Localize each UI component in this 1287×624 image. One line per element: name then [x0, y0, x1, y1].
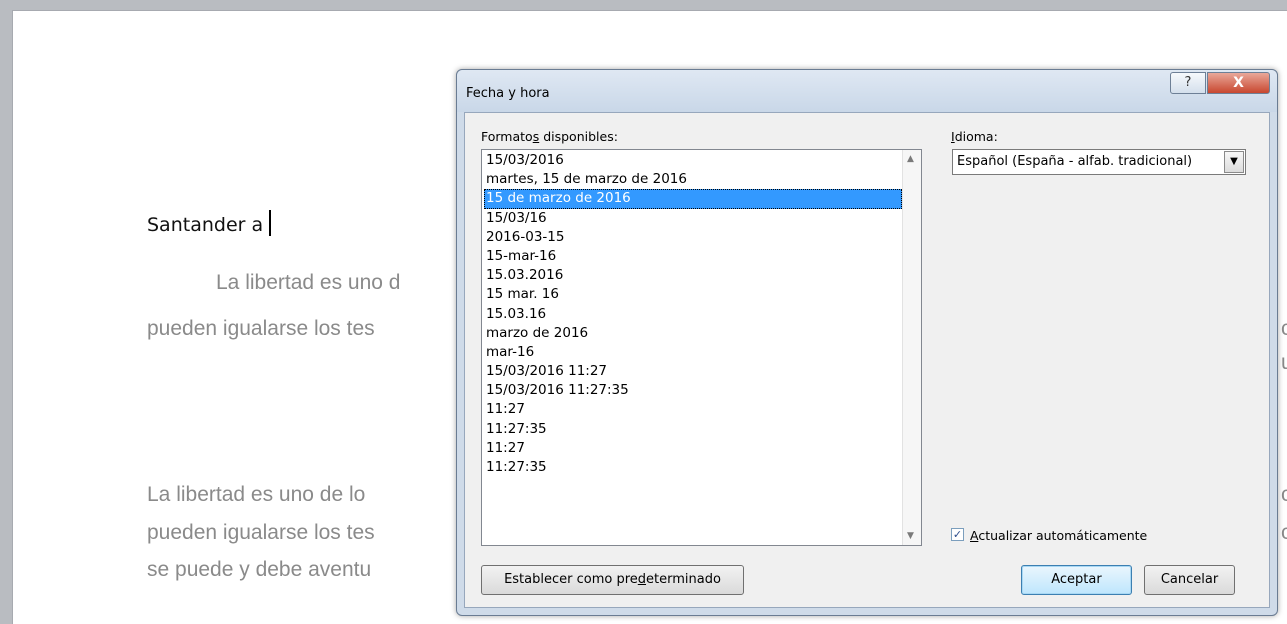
formats-label: Formatos disponibles: — [481, 129, 618, 144]
paragraph1-line1: La libertad es uno d — [216, 271, 401, 294]
paragraph2-line3: se puede y debe aventu — [147, 558, 372, 581]
format-list-item[interactable]: mar-16 — [484, 343, 902, 362]
text-cursor — [269, 210, 272, 236]
format-list-item[interactable]: marzo de 2016 — [484, 324, 902, 343]
document-heading[interactable]: Santander a — [147, 210, 272, 236]
help-button[interactable]: ? — [1170, 72, 1206, 94]
heading-text: Santander a — [147, 214, 264, 236]
format-list-item[interactable]: 15/03/2016 — [484, 151, 902, 170]
dialog-titlebar[interactable]: Fecha y hora ? X — [457, 70, 1277, 112]
format-list-item[interactable]: 11:27 — [484, 439, 902, 458]
language-combobox[interactable]: Español (España - alfab. tradicional) ▼ — [952, 149, 1246, 175]
format-list-item[interactable]: 15/03/2016 11:27 — [484, 362, 902, 381]
paragraph2-line2: pueden igualarse los tes — [147, 521, 375, 544]
format-list-item[interactable]: 15-mar-16 — [484, 247, 902, 266]
dropdown-arrow-icon[interactable]: ▼ — [1224, 151, 1244, 173]
scroll-up-icon[interactable]: ▲ — [907, 154, 914, 164]
close-button[interactable]: X — [1207, 72, 1270, 94]
scroll-down-icon[interactable]: ▼ — [907, 531, 914, 541]
format-list-item[interactable]: martes, 15 de marzo de 2016 — [484, 170, 902, 189]
dialog-client-area: Formatos disponibles: 15/03/2016 martes, … — [464, 112, 1270, 608]
format-list-item[interactable]: 15.03.16 — [484, 305, 902, 324]
cancel-button[interactable]: Cancelar — [1144, 565, 1235, 595]
formats-scrollbar[interactable]: ▲ ▼ — [902, 150, 921, 545]
format-list-item[interactable]: 15 de marzo de 2016 — [484, 189, 902, 209]
auto-update-label[interactable]: Actualizar automáticamente — [970, 528, 1147, 543]
format-list-item[interactable]: 15.03.2016 — [484, 266, 902, 285]
format-list-item[interactable]: 15 mar. 16 — [484, 285, 902, 304]
format-list-item[interactable]: 15/03/16 — [484, 209, 902, 228]
help-icon: ? — [1184, 75, 1192, 90]
format-list-item[interactable]: 2016-03-15 — [484, 228, 902, 247]
format-list-item[interactable]: 11:27:35 — [484, 458, 902, 477]
formats-list-items: 15/03/2016 martes, 15 de marzo de 2016 15 … — [484, 151, 902, 545]
right-fragment-3: c — [1281, 483, 1287, 506]
right-fragment-2: u — [1281, 351, 1287, 374]
date-time-dialog: Fecha y hora ? X Formatos disponibles: 1… — [456, 69, 1278, 616]
right-fragment-4: c — [1281, 521, 1287, 544]
language-value: Español (España - alfab. tradicional) — [957, 154, 1193, 169]
language-label: Idioma: — [951, 129, 998, 144]
ok-button[interactable]: Aceptar — [1021, 565, 1132, 595]
close-icon: X — [1233, 75, 1244, 91]
right-fragment-1: c — [1281, 317, 1287, 340]
auto-update-checkbox[interactable]: ✓ — [951, 528, 964, 541]
paragraph2-line1: La libertad es uno de lo — [147, 483, 366, 506]
format-list-item[interactable]: 11:27 — [484, 400, 902, 419]
paragraph1-line2: pueden igualarse los tes — [147, 317, 375, 340]
format-list-item[interactable]: 11:27:35 — [484, 420, 902, 439]
format-list-item[interactable]: 15/03/2016 11:27:35 — [484, 381, 902, 400]
formats-listbox[interactable]: 15/03/2016 martes, 15 de marzo de 2016 15 … — [481, 149, 922, 546]
dialog-title: Fecha y hora — [466, 86, 550, 101]
set-default-button[interactable]: Establecer como predeterminado — [481, 565, 744, 595]
